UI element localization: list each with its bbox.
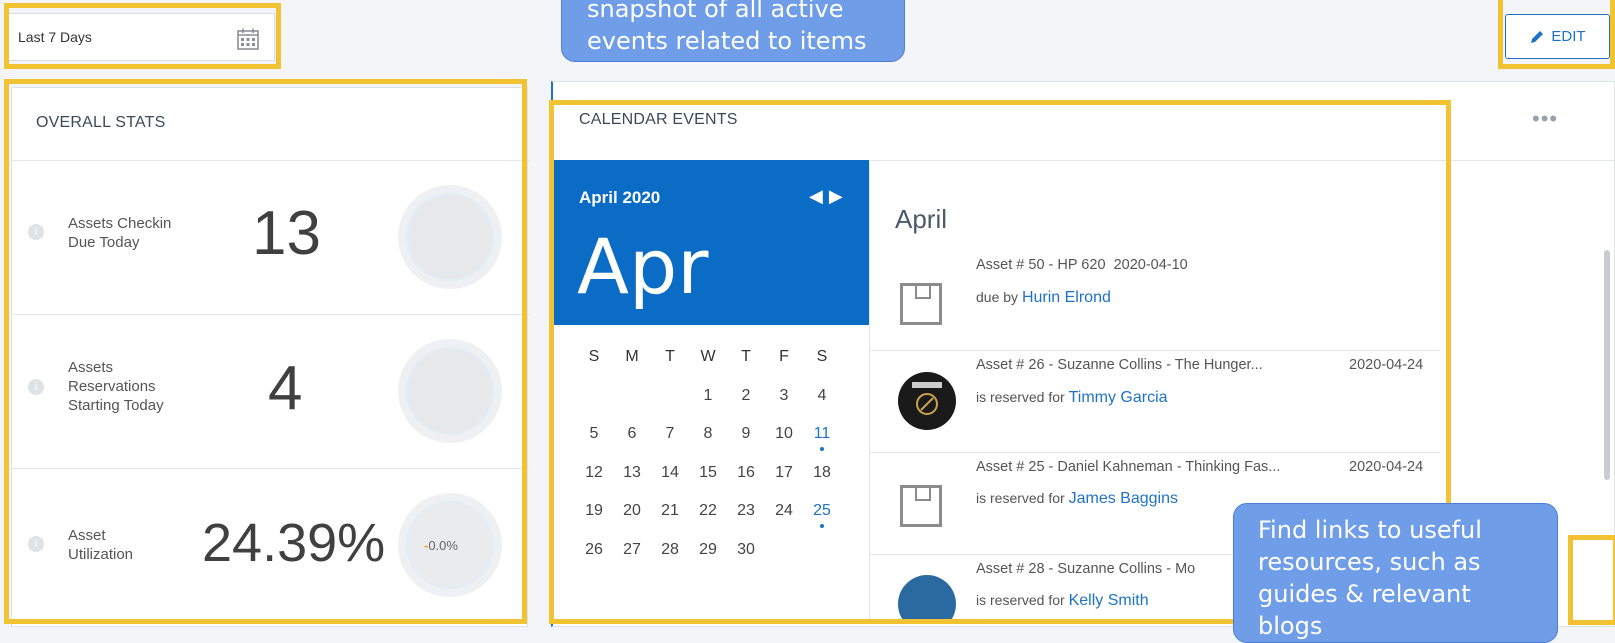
tour-callout-resources: Find links to useful resources, such as gu… [1233, 503, 1558, 643]
tour-highlight [1498, 0, 1615, 69]
tour-highlight [1568, 535, 1615, 625]
more-options-icon[interactable]: ••• [1532, 106, 1558, 132]
callout-text: Find links to useful resources, such as gu… [1258, 516, 1482, 640]
scrollbar[interactable] [1604, 250, 1610, 480]
tour-callout-calendar: snapshot of all active events related to … [561, 0, 905, 62]
tour-highlight [4, 79, 527, 624]
callout-text: snapshot of all active events related to … [587, 0, 867, 55]
tour-highlight [4, 3, 281, 69]
